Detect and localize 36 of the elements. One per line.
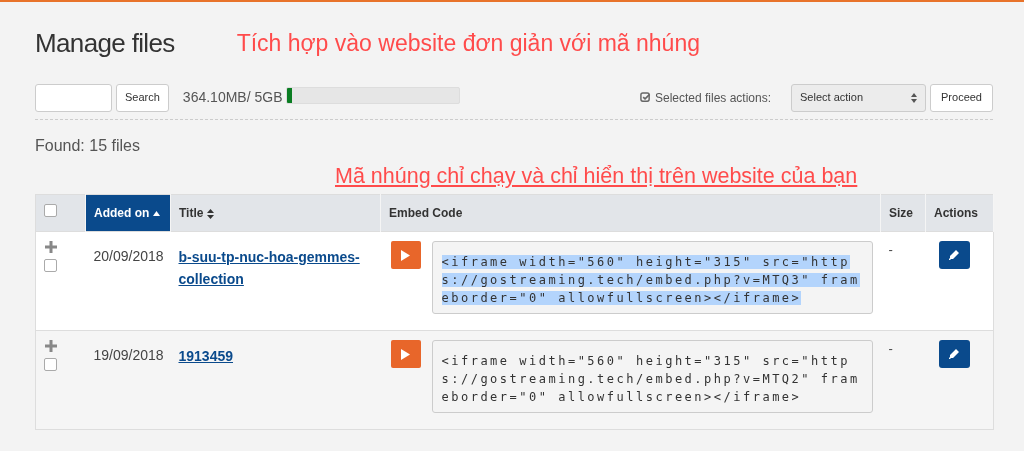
edit-button[interactable] [938,340,970,368]
search-field[interactable] [35,83,112,112]
annotation-text: Tích hợp vào website đơn giản với mã nhúng [236,28,700,58]
play-icon [401,348,410,360]
embed-code-box[interactable]: <iframe width="560" height="315" src="https://gostreaming.tech/embed.php?v=MTQ3" frameborder="0" allowfullscreen></iframe> [431,241,873,314]
date-cell: 20/09/2018 [85,231,171,331]
play-button[interactable] [390,340,421,368]
proceed-button[interactable]: Proceed [930,83,993,112]
checkbox[interactable] [44,358,57,371]
size-cell: - [880,231,926,331]
sort-ascending-icon [153,211,161,217]
file-title-link[interactable]: 1913459 [178,345,373,367]
page-title: Manage files [35,26,175,60]
size-cell: - [880,330,926,430]
pencil-icon [949,349,959,359]
select-arrows-icon [911,92,917,103]
expand-plus-icon[interactable] [45,340,57,352]
play-button[interactable] [390,241,421,269]
date-cell: 19/09/2018 [85,330,171,430]
checkbox[interactable] [44,259,57,272]
sort-icon [207,208,215,219]
checkbox[interactable] [44,204,57,217]
expand-plus-icon[interactable] [45,241,57,253]
embed-code-box[interactable]: <iframe width="560" height="315" src="https://gostreaming.tech/embed.php?v=MTQ2" frameborder="0" allowfullscreen></iframe> [431,340,873,413]
column-header[interactable]: Added on [85,194,171,232]
file-title-link[interactable]: b-suu-tp-nuc-hoa-gemmes-collection [178,246,373,290]
checkbox-check-icon [639,92,651,103]
storage-usage-text: 364.10MB/ 5GB [182,88,283,107]
pencil-icon [949,250,959,260]
search-button[interactable]: Search [116,83,169,112]
play-icon [401,249,410,261]
edit-button[interactable] [938,241,970,269]
annotation-text: Mã nhúng chỉ chạy và chỉ hiển thị trên website của bạn [335,162,858,190]
found-count-text: Found: 15 files [35,136,140,156]
action-select[interactable]: Select action [791,83,926,112]
bulk-actions-label: Selected files actions: [654,89,771,107]
